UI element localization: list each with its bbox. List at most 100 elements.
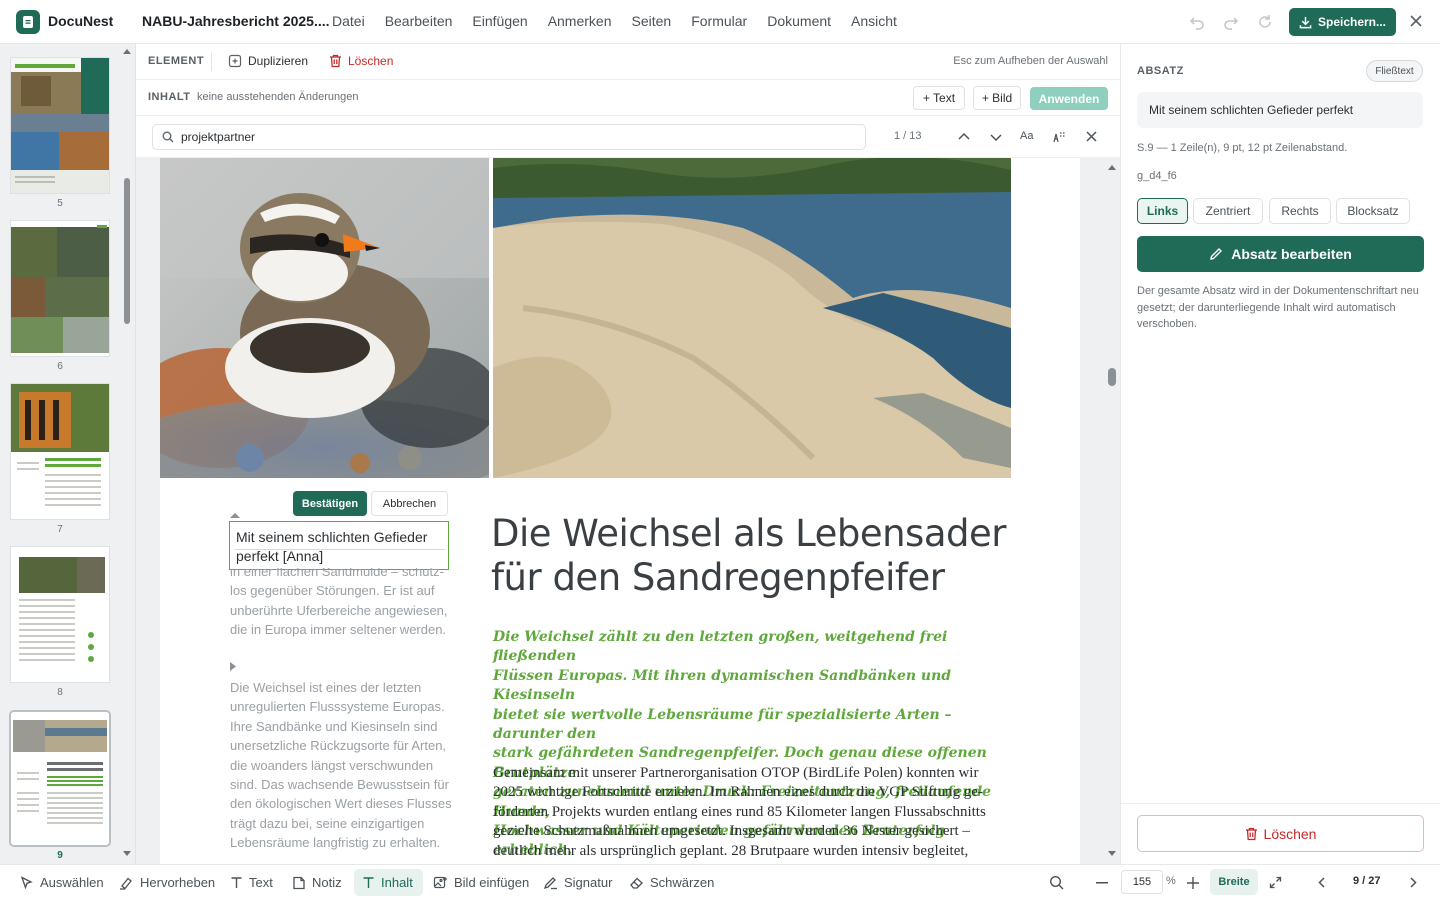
match-case-toggle[interactable]: Aa [1020, 130, 1033, 142]
add-text-button[interactable]: + Text [913, 86, 965, 110]
zoom-in-icon[interactable] [1187, 877, 1199, 889]
side-paragraph[interactable]: Die Weichsel ist eines der letzten unreg… [230, 678, 454, 853]
side-line: sind. Das wachsende Bewusstsein für [230, 777, 449, 793]
body-line: gezielte Schutzmaßnahmen umgesetzt. Insg… [493, 823, 970, 840]
trash-icon [1245, 827, 1257, 840]
tool-label: Schwärzen [650, 875, 715, 890]
next-match-icon[interactable] [990, 133, 1002, 142]
menu-bearbeiten[interactable]: Bearbeiten [385, 13, 453, 29]
previous-page-icon[interactable] [1318, 877, 1325, 888]
tool-note[interactable]: Notiz [284, 869, 350, 896]
paragraph-id: g_d4_f6 [1137, 170, 1177, 182]
thumbnail-page-8[interactable] [11, 547, 109, 682]
thumbnail-page-7[interactable] [11, 384, 109, 519]
add-image-button[interactable]: + Bild [973, 86, 1021, 110]
document-scrollbar[interactable] [1108, 368, 1116, 386]
redo-icon[interactable] [1222, 13, 1240, 31]
tool-highlight[interactable]: Hervorheben [111, 869, 223, 896]
thumbnail-page-9[interactable] [11, 712, 109, 845]
body-paragraph[interactable]: Gemeinsam mit unserer Partnerorganisatio… [493, 764, 1013, 862]
cancel-edit-button[interactable]: Abbrechen [371, 491, 448, 516]
edit-info-text: Der gesamte Absatz wird in der Dokumente… [1137, 285, 1419, 330]
lead-line: Flüssen Europas. Mit ihren dynamischen S… [493, 667, 952, 704]
paragraph-preview: Mit seinem schlichten Gefieder perfekt [1137, 92, 1423, 128]
caption-paragraph[interactable]: in einer flachen Sandmulde – schutz- los… [230, 568, 454, 640]
tool-content[interactable]: Inhalt [354, 869, 423, 896]
close-icon[interactable] [1408, 13, 1424, 29]
headline-line: für den Sandregenpfeifer [491, 556, 945, 599]
menu-datei[interactable]: Datei [332, 13, 365, 29]
tool-signature[interactable]: Signatur [535, 869, 620, 896]
delete-paragraph-button[interactable]: Löschen [1137, 815, 1424, 852]
thumbnail-label-active: 9 [57, 850, 63, 861]
thumbnail-label: 8 [57, 687, 63, 698]
fit-width-button[interactable]: Breite [1210, 869, 1258, 895]
menu-einfuegen[interactable]: Einfügen [472, 13, 527, 29]
close-search-icon[interactable] [1086, 131, 1097, 142]
text-icon [231, 877, 242, 888]
side-line: trägt dazu bei, seine einzigartigen [230, 815, 425, 831]
fullscreen-icon[interactable] [1269, 876, 1282, 889]
side-line: unregulierten Flusssysteme Europas. [230, 699, 445, 715]
plover-photo[interactable] [160, 158, 489, 478]
delete-element-button[interactable]: Löschen [329, 54, 393, 68]
menu-anmerken[interactable]: Anmerken [548, 13, 612, 29]
element-toolbar: ELEMENT Duplizieren Löschen Esc zum Aufh… [136, 44, 1120, 80]
save-label: Speichern... [1317, 15, 1387, 29]
scroll-down-icon[interactable] [123, 851, 131, 857]
menu-dokument[interactable]: Dokument [767, 13, 831, 29]
river-photo[interactable] [493, 158, 1011, 478]
search-input[interactable]: projektpartner [152, 124, 866, 150]
doc-scroll-up-icon[interactable] [1108, 164, 1116, 170]
save-button[interactable]: Speichern... [1289, 8, 1396, 36]
tool-label: Hervorheben [140, 875, 216, 890]
tool-select[interactable]: Auswählen [12, 869, 112, 896]
pencil-icon [1210, 248, 1223, 260]
document-title[interactable]: NABU-Jahresbericht 2025.... [142, 13, 330, 29]
edit-underline [235, 549, 445, 550]
refresh-icon[interactable] [1256, 13, 1274, 31]
paragraph-edit-field[interactable]: Mit seinem schlichten Gefieder perfekt [… [229, 521, 449, 570]
thumbnail-page-5[interactable] [11, 58, 109, 193]
align-right-button[interactable]: Rechts [1269, 198, 1331, 224]
confirm-edit-button[interactable]: Bestätigen [293, 491, 367, 516]
delete-label: Löschen [348, 54, 394, 68]
undo-icon[interactable] [1188, 13, 1206, 31]
doc-scroll-down-icon[interactable] [1108, 851, 1116, 857]
align-left-button[interactable]: Links [1137, 198, 1188, 224]
lead-line: bietet sie wertvolle Lebensräume für spe… [493, 706, 952, 743]
tool-redact[interactable]: Schwärzen [621, 869, 722, 896]
article-headline[interactable]: Die Weichsel als Lebensader für den Sand… [491, 512, 1011, 600]
search-document-icon[interactable] [1049, 875, 1064, 890]
thumbnails-scrollbar[interactable] [124, 178, 130, 324]
caption-line: die in Europa immer seltener werden. [230, 622, 447, 638]
menu-seiten[interactable]: Seiten [632, 13, 672, 29]
tool-label: Bild einfügen [454, 875, 530, 890]
menu-bar: Datei Bearbeiten Einfügen Anmerken Seite… [332, 13, 917, 29]
apply-button[interactable]: Anwenden [1030, 87, 1108, 110]
thumbnail-page-6[interactable] [11, 221, 109, 356]
duplicate-button[interactable]: Duplizieren [228, 54, 308, 68]
caret-up-icon [230, 513, 240, 518]
zoom-out-icon[interactable] [1096, 882, 1108, 884]
menu-ansicht[interactable]: Ansicht [851, 13, 897, 29]
paragraph-style-pill[interactable]: Fließtext [1366, 60, 1423, 82]
side-line: Lebensräume langfristig zu erhalten. [230, 835, 441, 851]
image-add-icon [433, 876, 447, 888]
scroll-up-icon[interactable] [123, 48, 131, 54]
signature-icon [543, 876, 557, 889]
previous-match-icon[interactable] [958, 132, 970, 141]
side-line: Ihre Sandbänke und Kiesinseln sind [230, 718, 438, 734]
zoom-input[interactable]: 155 [1121, 870, 1163, 894]
delete-paragraph-label: Löschen [1263, 825, 1317, 842]
align-center-button[interactable]: Zentriert [1193, 198, 1263, 224]
align-justify-button[interactable]: Blocksatz [1336, 198, 1410, 224]
divider [1121, 803, 1440, 804]
next-page-icon[interactable] [1410, 877, 1417, 888]
edit-paragraph-button[interactable]: Absatz bearbeiten [1137, 236, 1424, 272]
tool-text[interactable]: Text [222, 869, 281, 896]
content-label: INHALT [148, 91, 191, 103]
whole-word-icon[interactable] [1052, 130, 1066, 144]
menu-formular[interactable]: Formular [691, 13, 747, 29]
tool-insert-image[interactable]: Bild einfügen [425, 869, 537, 896]
